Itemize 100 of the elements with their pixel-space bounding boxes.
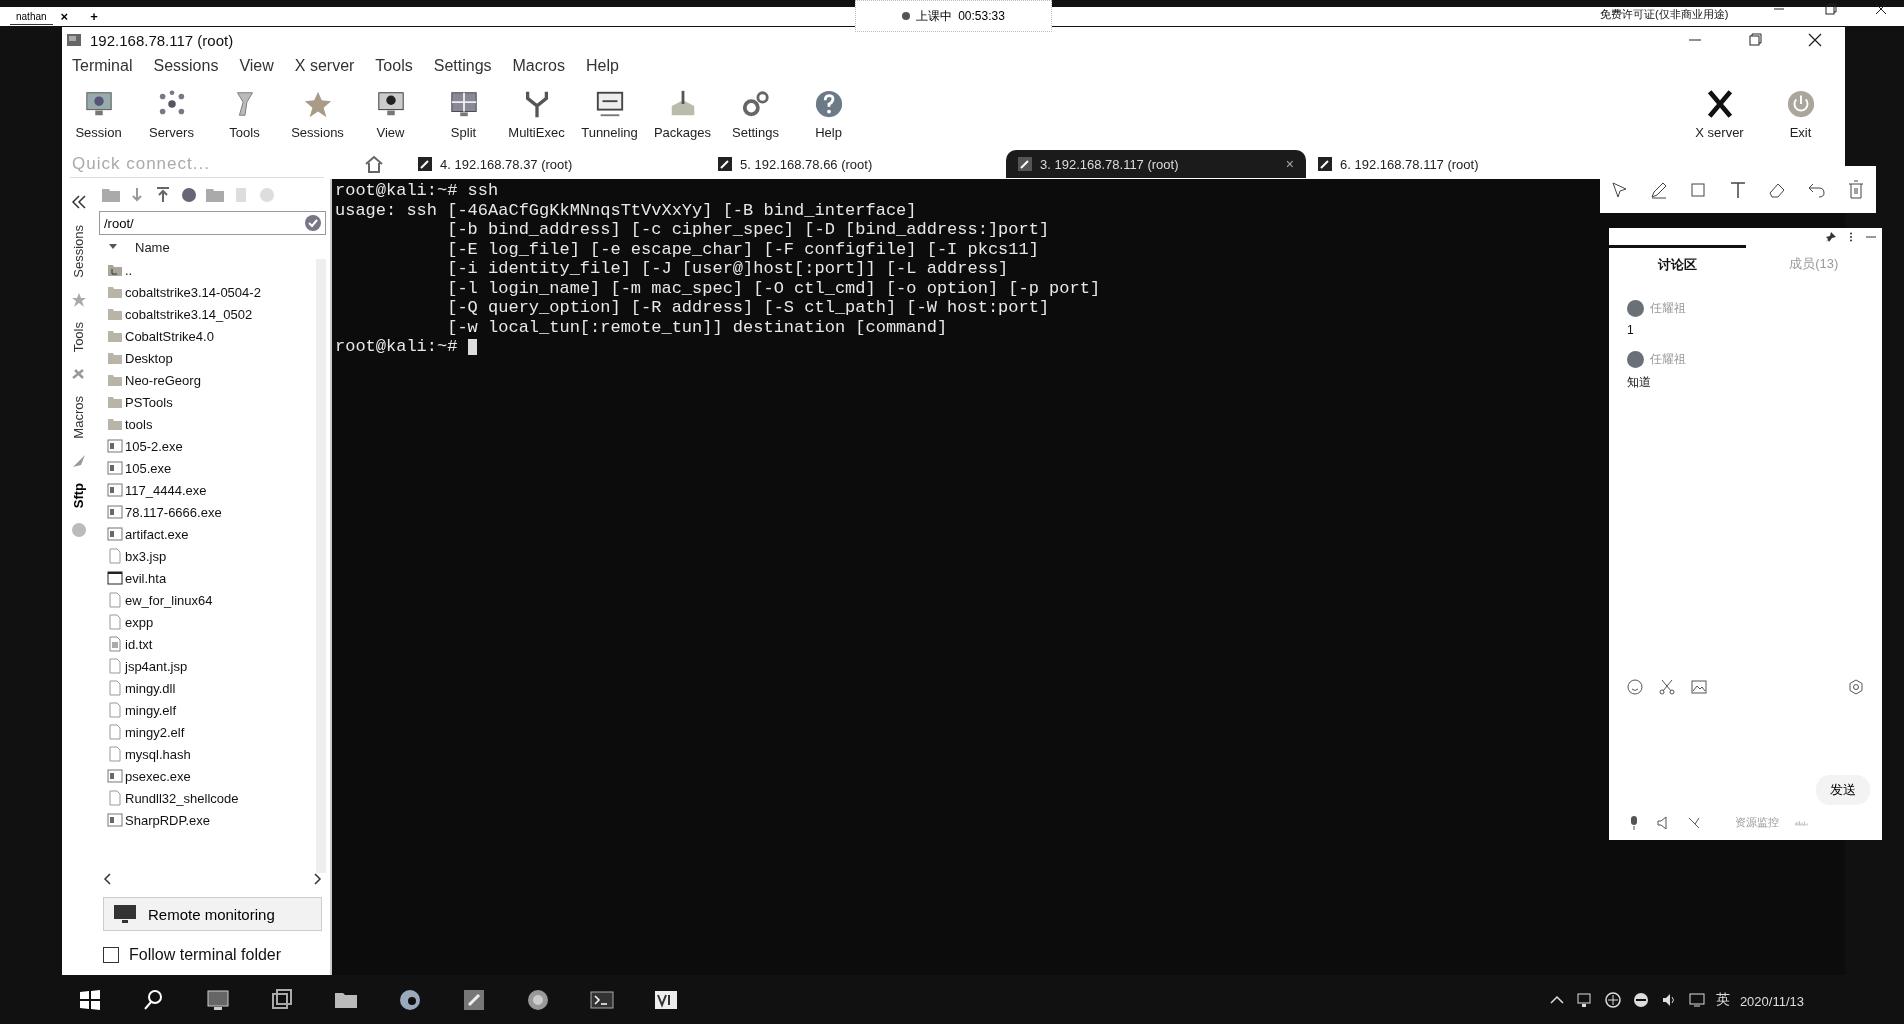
toolbar-button[interactable]: Packages: [646, 88, 719, 140]
file-name[interactable]: Neo-reGeorg: [125, 372, 201, 388]
network-icon[interactable]: [1575, 991, 1594, 1009]
shield-icon[interactable]: [1603, 991, 1622, 1009]
executable-icon: [107, 768, 123, 784]
file-name[interactable]: psexec.exe: [125, 768, 191, 784]
monitor-icon[interactable]: [205, 987, 231, 1013]
file-name[interactable]: id.txt: [125, 636, 153, 652]
remote-monitoring-button[interactable]: Remote monitoring: [103, 897, 322, 931]
wrench-icon: [418, 157, 432, 171]
input-method-indicator[interactable]: 英: [1715, 991, 1730, 1009]
close-tab-icon[interactable]: ×: [1285, 156, 1294, 172]
message-author: 任耀祖: [1650, 351, 1686, 368]
terminal-line: [-w local_tun[:remote_tun]] destination [command]: [446, 317, 948, 337]
menu-item[interactable]: Settings: [427, 57, 507, 75]
side-tab[interactable]: Tools: [68, 317, 89, 357]
emoji-icon[interactable]: [1627, 679, 1643, 695]
app-tile-icon[interactable]: [461, 987, 487, 1013]
collapse-icon[interactable]: [69, 193, 88, 211]
toolbar-button[interactable]: Exit: [1764, 88, 1837, 140]
file-name[interactable]: cobaltstrike3.14-0504-2: [125, 284, 261, 300]
menu-item[interactable]: Terminal: [66, 57, 148, 75]
toolbar-button[interactable]: Split: [427, 88, 500, 140]
settings-icon[interactable]: [1848, 679, 1864, 695]
checkbox[interactable]: [103, 947, 119, 963]
folder-up-icon: [107, 262, 123, 278]
home-icon[interactable]: [364, 154, 384, 174]
file-name[interactable]: PSTools: [125, 394, 173, 410]
toolbar-button[interactable]: MultiExec: [500, 88, 573, 140]
menu-item[interactable]: Tools: [369, 57, 428, 75]
file-name[interactable]: Rundll32_shellcode: [125, 790, 239, 806]
toolbar-button[interactable]: X server: [1683, 88, 1756, 140]
menu-item[interactable]: View: [233, 57, 289, 75]
toolbar-button[interactable]: Sessions: [281, 88, 354, 140]
file-name[interactable]: mysql.hash: [125, 746, 191, 762]
help-icon: [813, 88, 844, 119]
file-name[interactable]: cobaltstrike3.14_0502: [125, 306, 253, 322]
new-tab-button[interactable]: +: [90, 9, 98, 24]
pin-icon[interactable]: [1826, 232, 1836, 242]
file-name[interactable]: Desktop: [125, 350, 173, 366]
file-name[interactable]: CobaltStrike4.0: [125, 328, 214, 344]
menu-item[interactable]: Help: [580, 57, 634, 75]
file-name[interactable]: ..: [125, 262, 133, 278]
path-field[interactable]: /root/: [99, 211, 326, 235]
monitor-icon: [114, 905, 136, 923]
toolbar-button[interactable]: Servers: [135, 88, 208, 140]
restore-icon[interactable]: [1825, 3, 1837, 18]
browser-icon[interactable]: [397, 987, 423, 1013]
file-name[interactable]: mingy2.elf: [125, 724, 185, 740]
session-tab[interactable]: 4. 192.168.78.37 (root): [406, 150, 706, 178]
wrench-icon: [718, 157, 732, 171]
image-icon[interactable]: [1691, 679, 1707, 695]
toolbar-button[interactable]: Tools: [208, 88, 281, 140]
globe-icon[interactable]: [525, 987, 551, 1013]
class-status-pill[interactable]: 上课中 00:53:33: [855, 0, 1052, 32]
file-name[interactable]: jsp4ant.jsp: [125, 658, 188, 674]
terminal-line: usage: ssh [-46AaCfGgKkMNnqsTtVvXxYy] [-B bind_interface]: [335, 200, 917, 220]
file-name[interactable]: mingy.dll: [125, 680, 176, 696]
chat-tab[interactable]: 讨论区: [1609, 244, 1746, 284]
scroll-right-icon[interactable]: [314, 873, 322, 885]
file-name[interactable]: mingy.elf: [125, 702, 177, 718]
file-name[interactable]: evil.hta: [125, 570, 167, 586]
refresh-icon[interactable]: [179, 186, 199, 204]
toolbar-button[interactable]: Session: [62, 88, 135, 140]
menu-item[interactable]: Macros: [506, 57, 580, 75]
file-name[interactable]: bx3.jsp: [125, 548, 167, 564]
scroll-left-icon[interactable]: [103, 873, 111, 885]
toolbar-button[interactable]: Tunneling: [573, 88, 646, 140]
file-name[interactable]: expp: [125, 614, 154, 630]
toolbar-button[interactable]: View: [354, 88, 427, 140]
send-button[interactable]: 发送: [1816, 775, 1870, 805]
scissors-icon[interactable]: [1659, 679, 1675, 695]
message-author: 任耀祖: [1650, 300, 1686, 317]
folder-icon: [107, 328, 123, 344]
column-header[interactable]: Name: [135, 239, 170, 255]
check-icon[interactable]: [305, 215, 321, 231]
close-tab-button[interactable]: ×: [60, 9, 69, 24]
file-name[interactable]: artifact.exe: [125, 526, 189, 542]
session-tab[interactable]: 6. 192.168.78.117 (root): [1306, 150, 1606, 178]
toolbar-button[interactable]: Settings: [719, 88, 792, 140]
file-name[interactable]: 117_4444.exe: [125, 482, 207, 498]
menu-item[interactable]: X server: [288, 57, 370, 75]
file-name[interactable]: 105.exe: [125, 460, 172, 476]
file-name[interactable]: ew_for_linux64: [125, 592, 213, 608]
file-name[interactable]: SharpRDP.exe: [125, 812, 211, 828]
file-name[interactable]: 78.117-6666.exe: [125, 504, 222, 520]
session-tab[interactable]: 5. 192.168.78.66 (root): [706, 150, 1006, 178]
file-name[interactable]: tools: [125, 416, 153, 432]
file-icon: [107, 548, 123, 564]
side-tab[interactable]: Macros: [68, 392, 89, 443]
menu-item[interactable]: Sessions: [147, 57, 234, 75]
side-tab[interactable]: Sessions: [68, 221, 89, 282]
file-name[interactable]: 105-2.exe: [125, 438, 183, 454]
toolbar-button[interactable]: Help: [792, 88, 865, 140]
windows-icon[interactable]: [77, 987, 103, 1013]
clock-date[interactable]: 2020/11/13: [1739, 994, 1804, 1009]
folder-icon: [107, 284, 123, 300]
circle-icon[interactable]: [1631, 991, 1650, 1009]
session-tab[interactable]: 3. 192.168.78.117 (root) ×: [1006, 150, 1306, 178]
terminal-app-icon: [66, 32, 82, 48]
